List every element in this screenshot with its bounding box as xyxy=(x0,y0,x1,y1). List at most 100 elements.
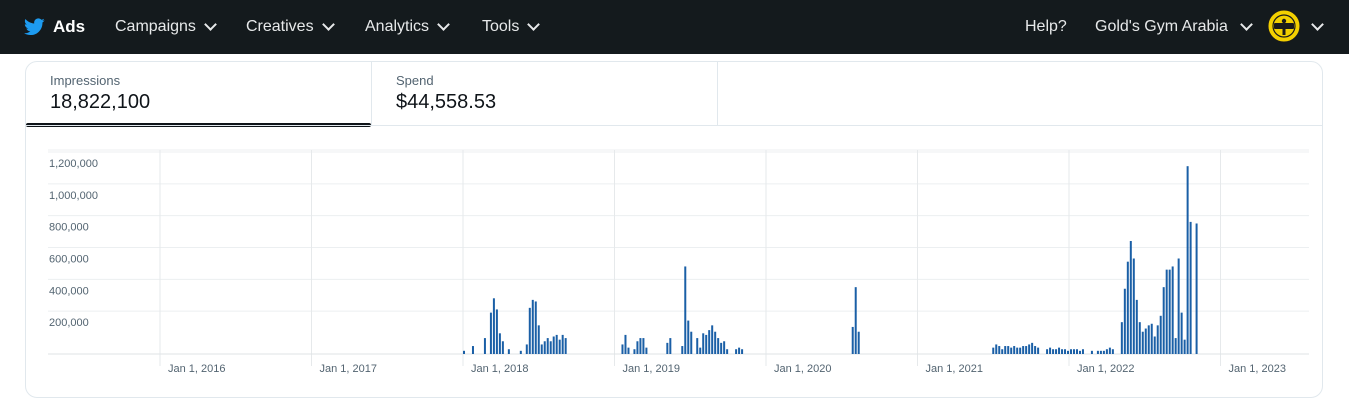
chart-bar xyxy=(1102,350,1105,354)
chart-bar xyxy=(645,347,648,354)
chart-bar xyxy=(1174,338,1177,354)
chart-bar xyxy=(702,333,705,354)
chart-bar xyxy=(1099,350,1102,354)
chart-bar xyxy=(998,346,1001,354)
chevron-down-icon xyxy=(1311,18,1324,31)
chart-bar xyxy=(546,338,549,354)
chart-bar xyxy=(1144,328,1147,354)
y-tick-label: 1,200,000 xyxy=(49,158,98,170)
tools-menu-label: Tools xyxy=(482,18,520,35)
chart-bar xyxy=(1153,336,1156,354)
chart-bar xyxy=(1010,347,1013,354)
chart-bar xyxy=(627,347,630,354)
chart-bar xyxy=(1034,346,1037,354)
help-link[interactable]: Help? xyxy=(1025,0,1067,54)
chart-bar xyxy=(1031,342,1034,354)
chart-bar xyxy=(1067,350,1070,354)
chart-bar xyxy=(1156,325,1159,354)
y-tick-label: 600,000 xyxy=(49,254,89,266)
chart-bar xyxy=(558,339,561,354)
chart-bar xyxy=(726,349,729,354)
ads-home-link[interactable]: Ads xyxy=(24,0,85,54)
chart-bar xyxy=(1183,339,1186,354)
chart-bar xyxy=(552,336,555,354)
analytics-menu[interactable]: Analytics xyxy=(365,0,450,54)
y-tick-label: 800,000 xyxy=(49,222,89,234)
chevron-down-icon xyxy=(527,18,541,31)
ads-brand-label: Ads xyxy=(53,17,86,36)
x-tick-label: Jan 1, 2016 xyxy=(168,363,226,375)
creatives-menu-label: Creatives xyxy=(246,18,314,35)
chart-bar xyxy=(1025,346,1028,354)
chart-bar xyxy=(1105,349,1108,354)
chart-bar xyxy=(492,298,495,354)
chevron-down-icon xyxy=(321,18,335,31)
chart-bar xyxy=(525,344,528,354)
x-tick-label: Jan 1, 2018 xyxy=(471,363,529,375)
account-avatar[interactable] xyxy=(1267,9,1301,43)
chart-bar xyxy=(498,333,501,354)
chart-bar xyxy=(1177,258,1180,354)
chart-bar xyxy=(639,338,642,354)
chart-bar xyxy=(854,287,857,354)
chart-bar xyxy=(1037,347,1040,354)
chart-bar xyxy=(666,342,669,354)
chart-bar xyxy=(1171,266,1174,354)
chart-bar xyxy=(1132,258,1135,354)
chart-bar xyxy=(1189,221,1192,354)
chart-bar xyxy=(642,338,645,354)
chart-bar xyxy=(471,346,474,354)
chart-bar xyxy=(696,338,699,354)
chart-bar xyxy=(995,344,998,354)
chart-bar xyxy=(540,344,543,354)
y-tick-label: 400,000 xyxy=(49,285,89,297)
chart-bar xyxy=(519,350,522,354)
creatives-menu[interactable]: Creatives xyxy=(246,0,335,54)
chart-bar xyxy=(705,334,708,354)
chart-bar xyxy=(1064,349,1067,354)
chart-bar xyxy=(1090,350,1093,354)
chart-bar xyxy=(549,341,552,354)
chart-bar xyxy=(681,346,684,354)
chart-bar xyxy=(1138,322,1141,354)
chart-bar xyxy=(1129,240,1132,354)
y-tick-label: 1,000,000 xyxy=(49,190,98,202)
chart-bar xyxy=(621,344,624,354)
chart-bar xyxy=(1070,349,1073,354)
chart-bar xyxy=(1111,349,1114,354)
chart-bar xyxy=(507,349,510,354)
chart-bar xyxy=(1168,269,1171,354)
chart-bar xyxy=(564,338,567,354)
chart-bar xyxy=(1052,349,1055,354)
impressions-chart: 200,000 400,000 600,000 800,000 1,000,000 1,2… xyxy=(48,149,1309,375)
golds-gym-logo-icon xyxy=(1267,9,1301,43)
chart-bar xyxy=(723,341,726,354)
x-tick-label: Jan 1, 2021 xyxy=(926,363,984,375)
campaigns-menu[interactable]: Campaigns xyxy=(115,0,217,54)
chart-bar xyxy=(992,347,995,354)
chart-bar xyxy=(690,331,693,354)
x-tick-label: Jan 1, 2019 xyxy=(623,363,681,375)
account-name: Gold's Gym Arabia xyxy=(1095,18,1228,35)
analytics-card: Impressions 18,822,100 Spend $44,558.53 … xyxy=(25,61,1323,398)
chart-bar xyxy=(636,341,639,354)
chart-bar xyxy=(483,338,486,354)
account-switcher[interactable]: Gold's Gym Arabia xyxy=(1095,0,1253,54)
chart-bar xyxy=(1019,347,1022,354)
chart-bar xyxy=(543,341,546,354)
chart-bar xyxy=(501,341,504,354)
x-tick-label: Jan 1, 2022 xyxy=(1077,363,1135,375)
chart-bar xyxy=(741,349,744,354)
chart-bar xyxy=(1123,288,1126,354)
chart-bar xyxy=(561,334,564,354)
chart-bar xyxy=(1004,346,1007,354)
x-tick-label: Jan 1, 2020 xyxy=(774,363,832,375)
chevron-down-icon xyxy=(437,18,450,31)
chart-bar xyxy=(717,338,720,354)
tools-menu[interactable]: Tools xyxy=(482,0,541,54)
chevron-down-icon xyxy=(204,18,217,31)
top-navigation-bar: Ads Campaigns Creatives Analytics Tools … xyxy=(0,0,1349,54)
account-menu-toggle[interactable] xyxy=(1311,0,1324,54)
chart-bar xyxy=(1180,312,1183,354)
chart-bar xyxy=(851,326,854,354)
